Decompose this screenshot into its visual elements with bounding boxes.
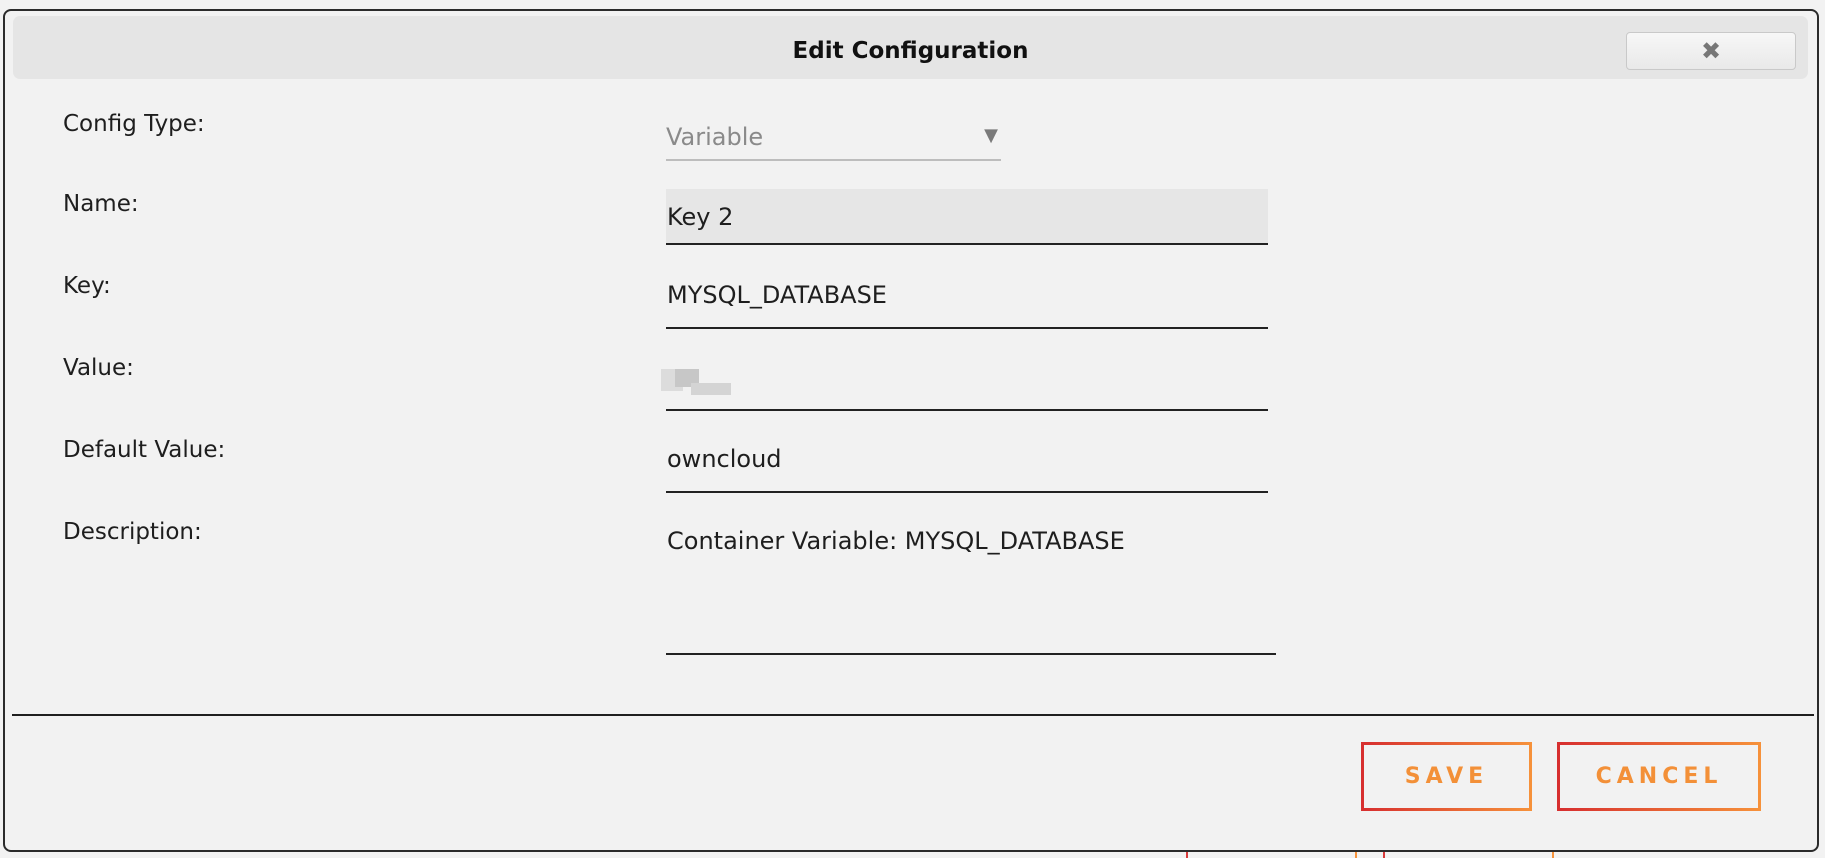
key-label: Key:: [63, 273, 111, 299]
value-input[interactable]: [666, 355, 1268, 411]
dialog-title: Edit Configuration: [792, 38, 1029, 64]
name-label: Name:: [63, 191, 139, 217]
page: Edit Configuration ✖ Config Type: Variab…: [0, 0, 1825, 858]
name-input[interactable]: Key 2: [666, 189, 1268, 245]
redacted-value-mask: [691, 383, 731, 395]
close-icon: ✖: [1700, 37, 1722, 65]
key-input[interactable]: MYSQL_DATABASE: [666, 273, 1268, 329]
config-type-value: Variable: [666, 123, 764, 151]
default-value-input[interactable]: owncloud: [666, 437, 1268, 493]
edit-configuration-dialog: Edit Configuration ✖ Config Type: Variab…: [3, 9, 1819, 852]
default-value-label: Default Value:: [63, 437, 226, 463]
description-textarea[interactable]: Container Variable: MYSQL_DATABASE: [666, 519, 1276, 655]
config-type-select[interactable]: Variable ▼: [666, 121, 1001, 161]
close-button[interactable]: ✖: [1626, 32, 1796, 70]
dialog-titlebar: Edit Configuration ✖: [13, 16, 1808, 79]
value-label: Value:: [63, 355, 134, 381]
footer-divider: [12, 714, 1814, 716]
config-type-label: Config Type:: [63, 111, 205, 137]
cancel-button[interactable]: CANCEL: [1557, 742, 1761, 811]
save-button[interactable]: SAVE: [1361, 742, 1532, 811]
description-label: Description:: [63, 519, 202, 545]
chevron-down-icon: ▼: [984, 125, 998, 146]
